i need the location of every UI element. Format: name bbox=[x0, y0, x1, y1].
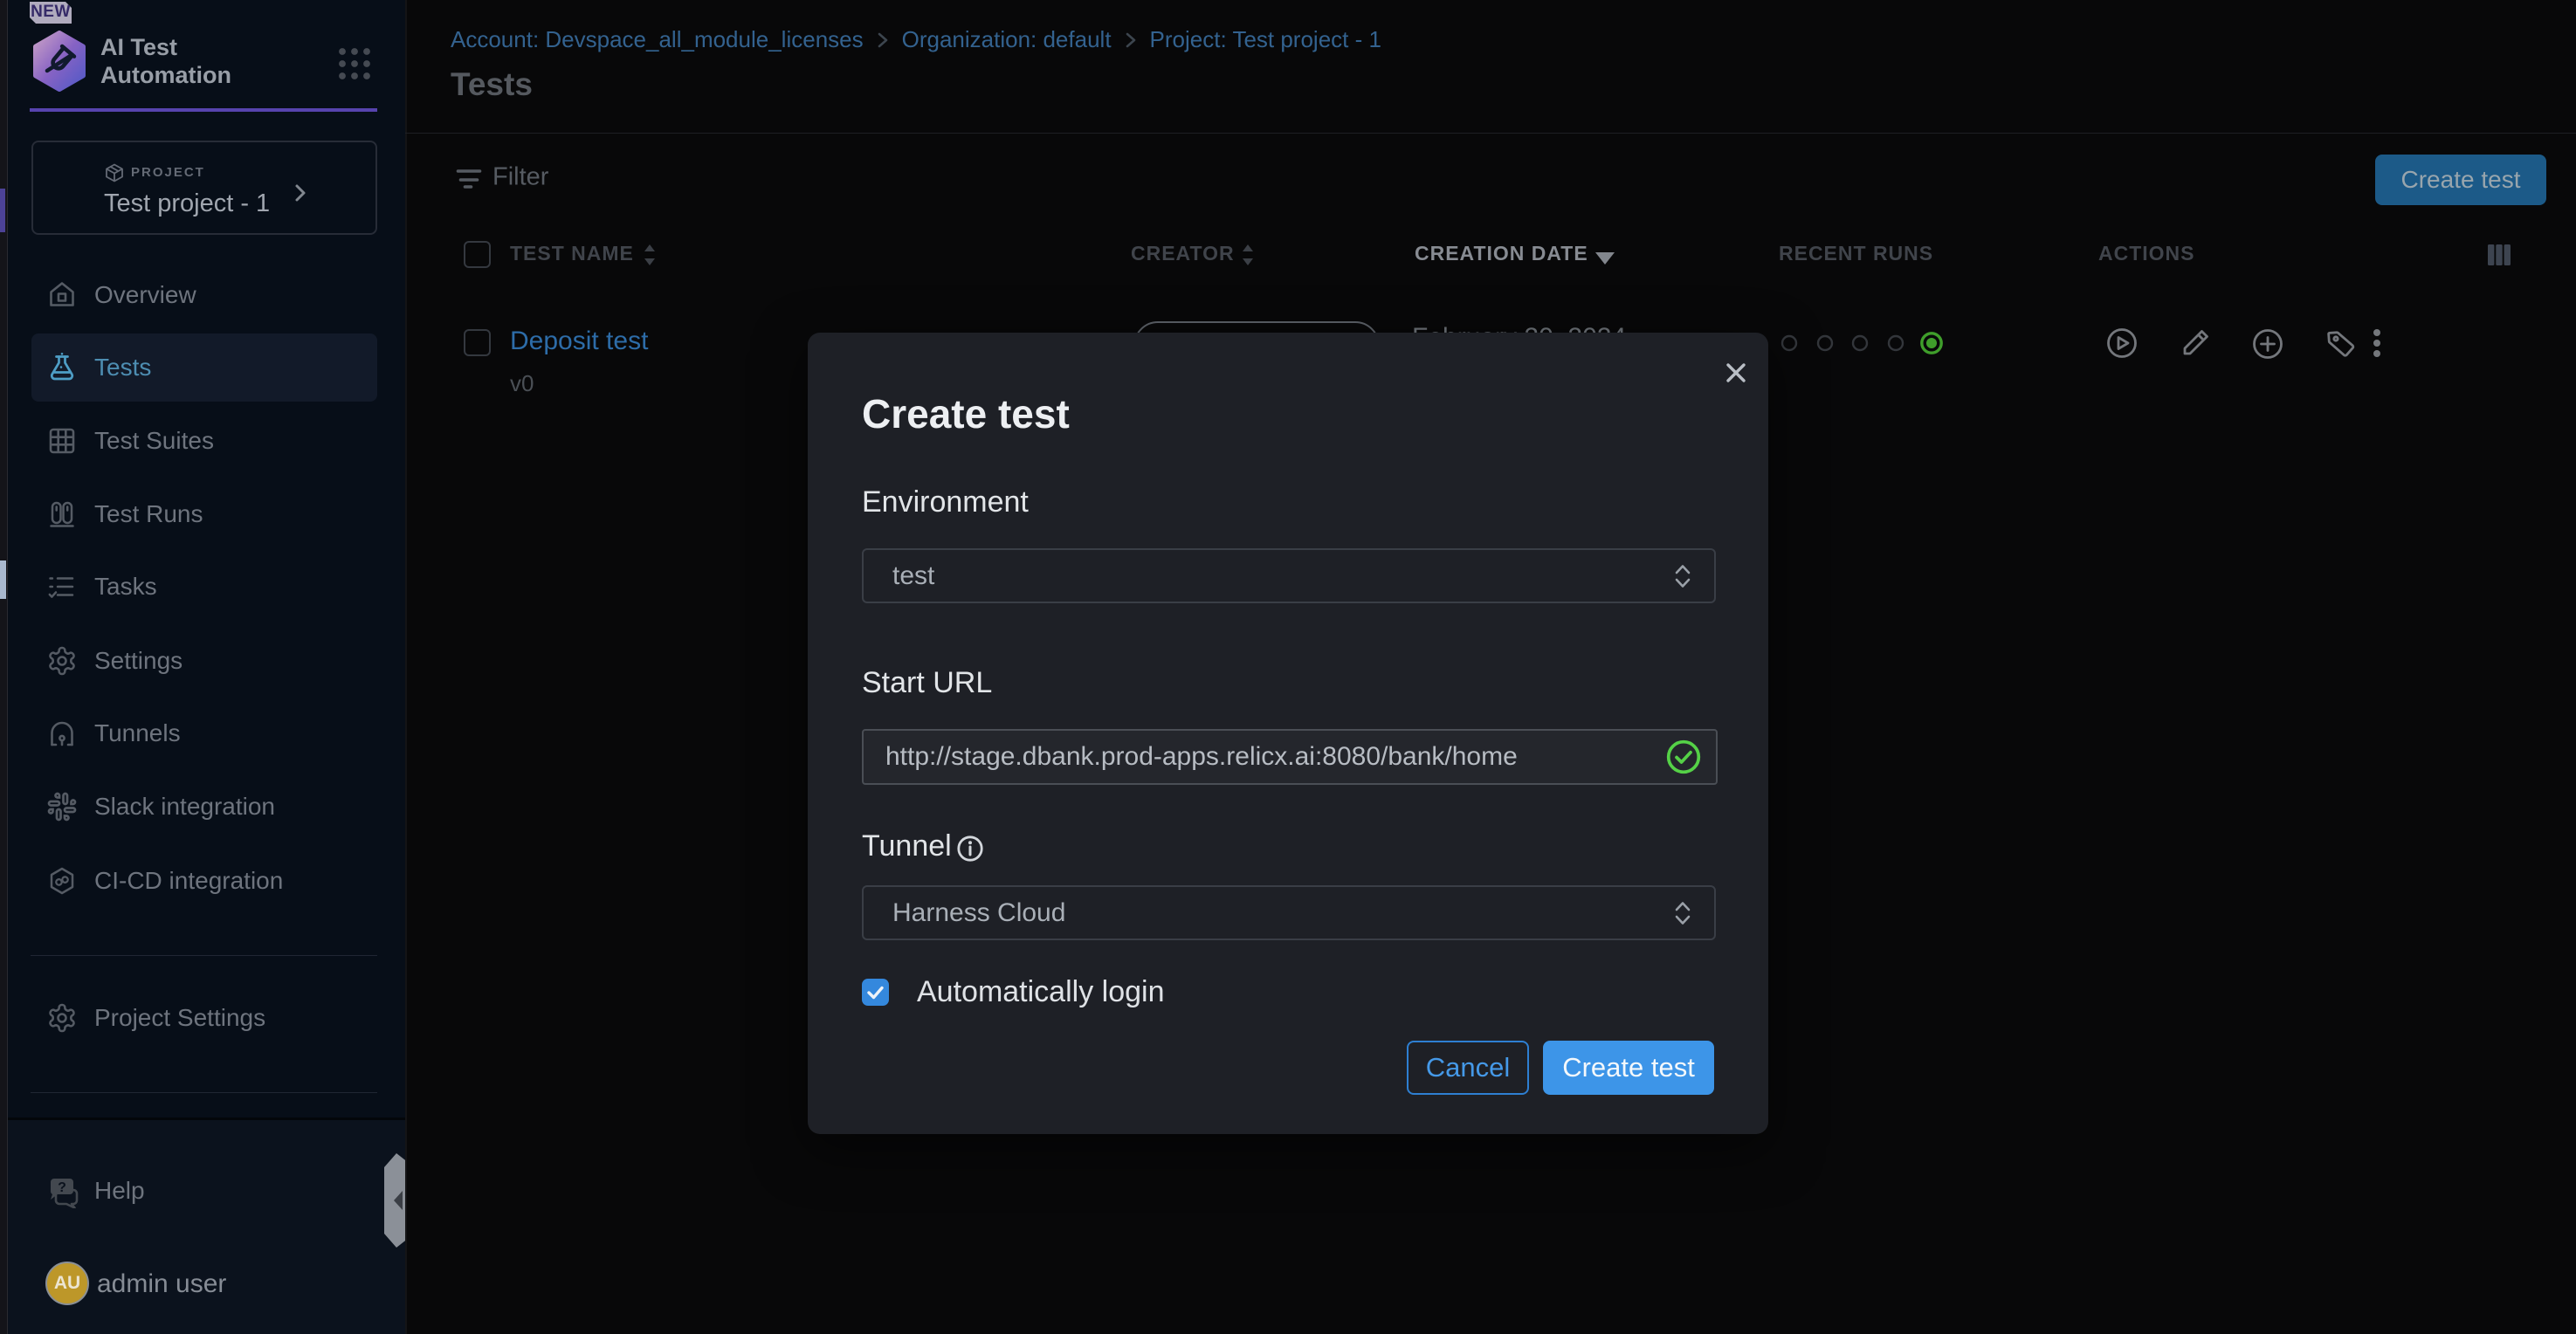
svg-text:?: ? bbox=[58, 1180, 66, 1195]
